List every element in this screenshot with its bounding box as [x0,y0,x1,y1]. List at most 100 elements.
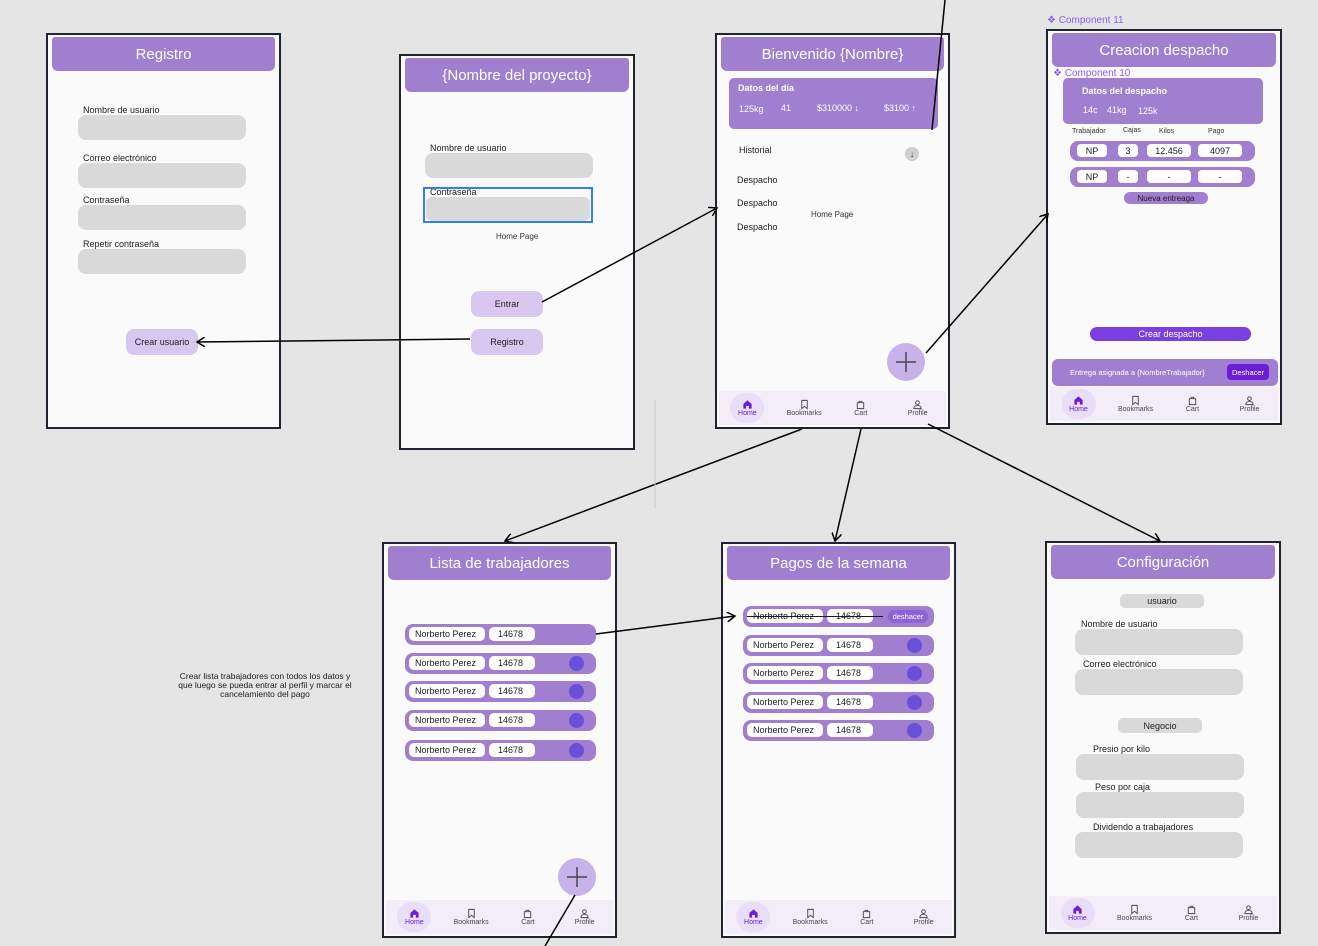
cell-trabajador[interactable]: NP [1077,144,1107,157]
label-dividendo: Dividendo a trabajadores [1093,822,1194,832]
nav-cart[interactable]: Cart [500,900,557,934]
card-title: Datos del despacho [1082,86,1168,96]
username-field[interactable] [78,115,246,140]
despacho-row[interactable]: NP - - - [1070,167,1255,187]
paid-toggle[interactable] [907,638,922,653]
username-field[interactable] [425,153,593,178]
worker-row[interactable]: Norberto Perez 14678 [405,653,596,674]
nav-profile[interactable]: Profile [556,900,613,934]
despacho-row[interactable]: NP 3 12.456 4097 [1070,141,1255,161]
paid-toggle[interactable] [907,666,922,681]
paid-toggle[interactable] [569,656,584,671]
nav-home[interactable]: Home [725,900,782,934]
entrar-button[interactable]: Entrar [471,291,543,317]
home-page-link[interactable]: Home Page [496,232,538,241]
deshacer-button[interactable]: deshacer [888,610,928,623]
username-field[interactable] [1075,629,1243,655]
lista-trabajadores-screen: Lista de trabajadores Norberto Perez 146… [382,542,617,938]
payment-row[interactable]: Norberto Perez 14678 [743,720,934,741]
email-field[interactable] [78,163,246,188]
worker-row[interactable]: Norberto Perez 14678 [405,681,596,702]
worker-amount: 14678 [827,666,873,680]
payment-row[interactable]: Norberto Perez 14678 [743,635,934,656]
col-trabajador: Trabajador [1072,128,1106,135]
payment-row[interactable]: Norberto Perez 14678 deshacer [743,606,934,627]
deshacer-button[interactable]: Deshacer [1227,364,1269,380]
nav-profile[interactable]: Profile [895,900,952,934]
paid-toggle[interactable] [569,684,584,699]
nav-home[interactable]: Home [386,900,443,934]
crear-usuario-button[interactable]: Crear usuario [126,329,198,355]
login-title: {Nombre del proyecto} [405,58,629,92]
dividendo-field[interactable] [1075,832,1243,858]
nav-bookmarks[interactable]: Bookmarks [1107,387,1164,421]
paid-toggle[interactable] [569,713,584,728]
payment-row[interactable]: Norberto Perez 14678 [743,663,934,684]
label-email: Correo electrónico [1083,659,1157,669]
nav-bookmarks[interactable]: Bookmarks [443,900,500,934]
add-fab[interactable] [887,343,925,381]
nav-cart[interactable]: Cart [833,391,890,425]
worker-name: Norberto Perez [409,627,485,641]
payment-row[interactable]: Norberto Perez 14678 [743,692,934,713]
cell-kilos[interactable]: 12.456 [1147,144,1191,157]
crear-despacho-button[interactable]: Crear despacho [1090,327,1251,341]
worker-row[interactable]: Norberto Perez 14678 [405,740,596,761]
bookmark-icon [1131,904,1138,915]
worker-row[interactable]: Norberto Perez 14678 [405,710,596,731]
bookmark-icon [806,908,814,919]
email-field[interactable] [1075,669,1243,695]
precio-kilo-field[interactable] [1076,754,1244,780]
add-fab[interactable] [558,858,596,896]
nav-bookmarks[interactable]: Bookmarks [1106,896,1163,930]
peso-caja-field[interactable] [1076,792,1244,818]
nav-bookmarks[interactable]: Bookmarks [776,391,833,425]
nav-bookmarks[interactable]: Bookmarks [782,900,839,934]
registro-button[interactable]: Registro [471,329,543,355]
bag-icon [857,400,865,410]
cell-trabajador[interactable]: NP [1077,170,1107,183]
cell-cajas[interactable]: 3 [1118,144,1138,157]
nav-cart[interactable]: Cart [1163,896,1220,930]
nav-home[interactable]: Home [1049,896,1106,930]
nav-cart[interactable]: Cart [1164,387,1221,421]
cell-pago[interactable]: - [1198,170,1242,183]
nueva-entrega-button[interactable]: Nueva entreaga [1124,192,1208,204]
bottom-nav: Home Bookmarks Cart Profile [386,900,613,934]
pagos-semana-screen: Pagos de la semana Norberto Perez 14678 … [721,542,956,938]
worker-name: Norberto Perez [747,638,823,652]
cell-pago[interactable]: 4097 [1198,144,1242,157]
home-page-link[interactable]: Home Page [811,210,853,219]
label-peso-caja: Peso por caja [1095,782,1151,792]
stat-kg: 41kg [1107,105,1127,115]
cell-kilos[interactable]: - [1147,170,1191,183]
nav-profile[interactable]: Profile [1221,387,1278,421]
label-email: Correo electrónico [83,153,157,163]
nav-profile[interactable]: Profile [1220,896,1277,930]
worker-name: Norberto Perez [409,743,485,757]
repeat-password-field[interactable] [78,249,246,274]
despacho-item[interactable]: Despacho [737,198,778,208]
nav-cart[interactable]: Cart [839,900,896,934]
historial-toggle-icon[interactable]: ↓ [905,147,919,161]
paid-toggle[interactable] [907,695,922,710]
nav-profile[interactable]: Profile [889,391,946,425]
nav-home[interactable]: Home [1050,387,1107,421]
cell-cajas[interactable]: - [1118,170,1138,183]
bottom-nav: Home Bookmarks Cart Profile [1049,896,1277,930]
person-icon [1245,396,1254,406]
worker-name: Norberto Perez [747,695,823,709]
paid-toggle[interactable] [569,743,584,758]
arrow-cart-to-pagos [835,428,862,541]
despacho-item[interactable]: Despacho [737,222,778,232]
despacho-item[interactable]: Despacho [737,175,778,185]
password-input[interactable] [426,197,590,221]
label-username: Nombre de usuario [83,105,160,115]
nav-home[interactable]: Home [719,391,776,425]
password-field[interactable] [78,205,246,230]
paid-toggle[interactable] [907,723,922,738]
worker-amount: 14678 [827,695,873,709]
worker-row[interactable]: Norberto Perez 14678 [405,624,596,645]
worker-amount: 14678 [827,723,873,737]
bag-icon [1187,905,1196,915]
